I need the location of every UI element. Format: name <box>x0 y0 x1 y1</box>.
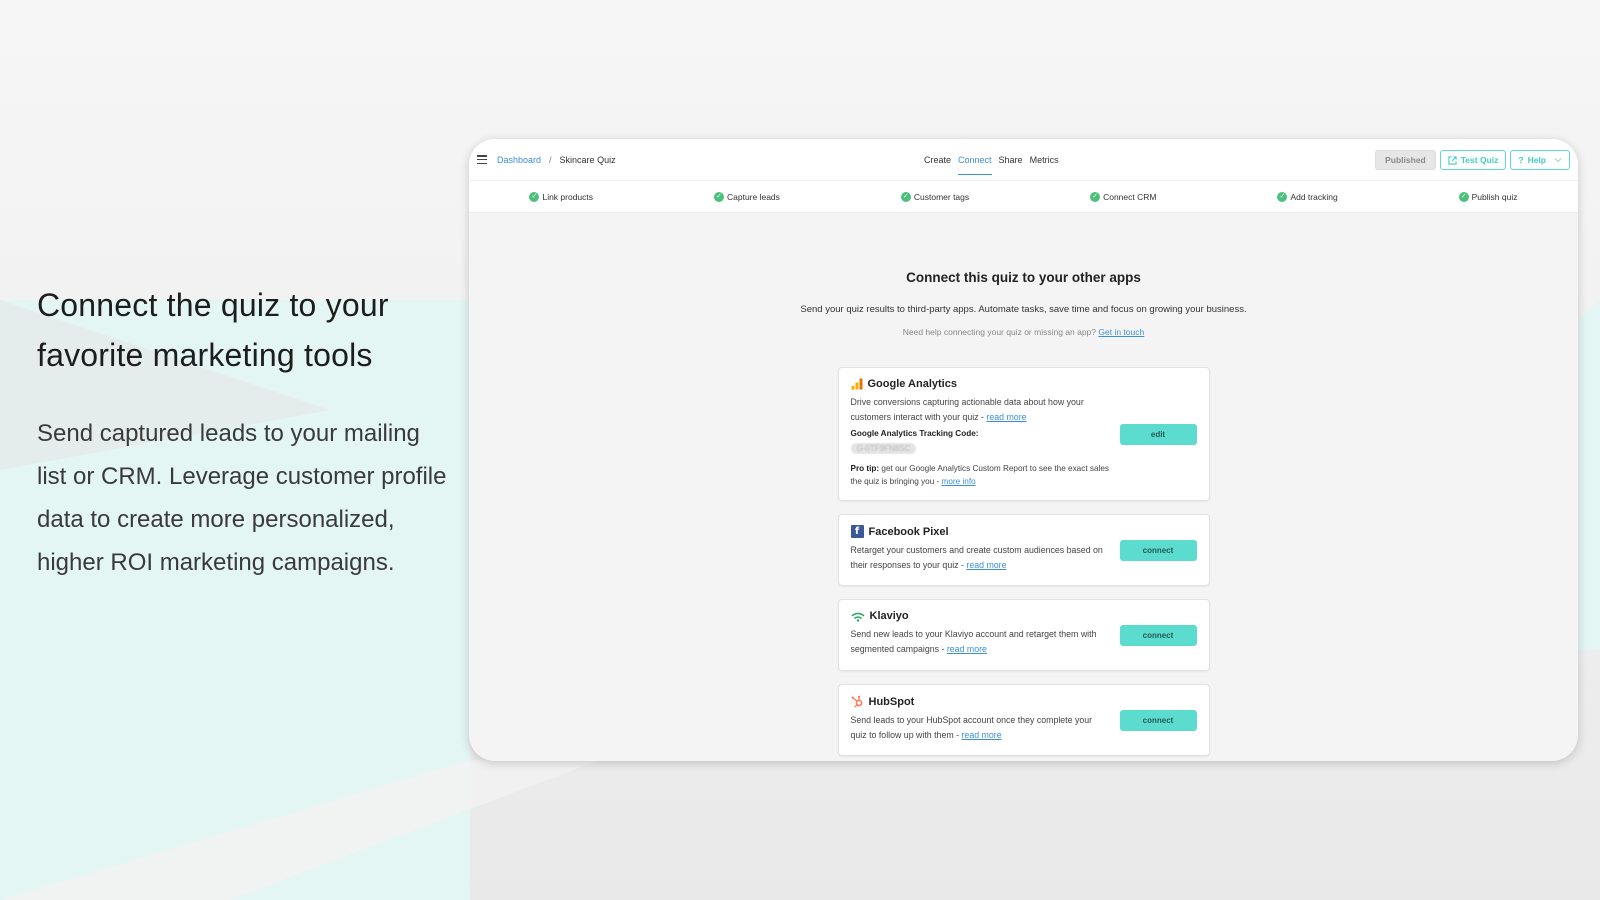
integration-description: Send new leads to your Klaviyo account a… <box>851 627 1111 656</box>
connect-content: Connect this quiz to your other apps Sen… <box>469 213 1578 756</box>
read-more-link[interactable]: read more <box>986 412 1026 422</box>
description-text: Drive conversions capturing actionable d… <box>850 397 1084 422</box>
get-in-touch-link[interactable]: Get in touch <box>1098 327 1144 337</box>
card-header: f Facebook Pixel <box>850 525 1197 538</box>
step-capture-leads[interactable]: ✓ Capture leads <box>713 191 780 202</box>
google-analytics-icon <box>851 378 862 390</box>
check-icon: ✓ <box>713 191 724 202</box>
integration-facebook-pixel: f Facebook Pixel Retarget your customers… <box>837 514 1210 586</box>
menu-icon[interactable] <box>477 155 487 164</box>
test-quiz-label: Test Quiz <box>1460 155 1499 165</box>
tab-connect[interactable]: Connect <box>958 139 992 181</box>
app-window: Dashboard / Skincare Quiz Create Connect… <box>469 139 1578 761</box>
step-add-tracking[interactable]: ✓ Add tracking <box>1277 191 1338 202</box>
step-label: Capture leads <box>726 191 780 202</box>
pro-tip-text: get our Google Analytics Custom Report t… <box>850 464 1109 486</box>
tracking-code-value: G-0TF9FN8SC <box>850 443 917 454</box>
tab-metrics[interactable]: Metrics <box>1030 139 1059 181</box>
read-more-link[interactable]: read more <box>962 730 1002 740</box>
hero-title: Connect the quiz to your favorite market… <box>37 287 389 373</box>
hubspot-icon <box>851 695 862 708</box>
integration-name: Google Analytics <box>867 378 957 390</box>
pro-tip: Pro tip: get our Google Analytics Custom… <box>851 462 1111 488</box>
step-label: Add tracking <box>1290 191 1338 202</box>
page-subtitle: Send your quiz results to third-party ap… <box>800 304 1247 315</box>
step-label: Connect CRM <box>1103 191 1157 202</box>
external-link-icon <box>1448 155 1457 165</box>
integration-name: Facebook Pixel <box>868 525 949 538</box>
card-header: Google Analytics <box>851 378 1197 390</box>
step-connect-crm[interactable]: ✓ Connect CRM <box>1090 191 1157 202</box>
connect-hubspot-button[interactable]: connect <box>1119 710 1197 731</box>
card-header: HubSpot <box>851 695 1197 708</box>
chevron-down-icon <box>1554 158 1562 163</box>
step-label: Publish quiz <box>1471 191 1518 202</box>
integration-name: Klaviyo <box>869 610 909 622</box>
integration-description: Retarget your customers and create custo… <box>851 543 1111 572</box>
help-text-label: Need help connecting your quiz or missin… <box>902 327 1097 337</box>
step-label: Customer tags <box>913 191 970 202</box>
tab-share[interactable]: Share <box>999 139 1023 181</box>
tab-create[interactable]: Create <box>924 139 951 181</box>
card-header: Klaviyo <box>850 610 1197 622</box>
breadcrumb-separator: / <box>549 154 552 165</box>
more-info-link[interactable]: more info <box>942 477 976 486</box>
step-publish-quiz[interactable]: ✓ Publish quiz <box>1458 191 1518 202</box>
pro-tip-label: Pro tip: <box>850 464 880 473</box>
published-label: Published <box>1385 155 1426 165</box>
integration-description: Drive conversions capturing actionable d… <box>851 395 1111 424</box>
check-icon: ✓ <box>529 191 540 202</box>
step-customer-tags[interactable]: ✓ Customer tags <box>900 191 970 202</box>
step-link-products[interactable]: ✓ Link products <box>529 191 594 202</box>
connect-klaviyo-button[interactable]: connect <box>1119 625 1197 646</box>
published-button[interactable]: Published <box>1375 150 1436 170</box>
connect-facebook-button[interactable]: connect <box>1119 540 1197 561</box>
setup-steps: ✓ Link products ✓ Capture leads ✓ Custom… <box>469 181 1578 213</box>
nav-tabs: Create Connect Share Metrics <box>924 139 1059 181</box>
test-quiz-button[interactable]: Test Quiz <box>1439 150 1507 170</box>
help-label: Help <box>1527 155 1546 165</box>
integration-description: Send leads to your HubSpot account once … <box>851 713 1111 742</box>
step-label: Link products <box>542 191 594 202</box>
klaviyo-icon <box>850 612 865 622</box>
edit-button[interactable]: edit <box>1119 424 1197 445</box>
read-more-link[interactable]: read more <box>947 644 987 654</box>
help-text: Need help connecting your quiz or missin… <box>469 327 1578 337</box>
check-icon: ✓ <box>1090 191 1101 202</box>
integration-name: HubSpot <box>868 695 915 708</box>
check-icon: ✓ <box>1277 191 1288 202</box>
read-more-link[interactable]: read more <box>966 560 1006 570</box>
check-icon: ✓ <box>900 191 911 202</box>
top-bar: Dashboard / Skincare Quiz Create Connect… <box>469 139 1578 181</box>
integration-google-analytics: Google Analytics Drive conversions captu… <box>837 367 1210 501</box>
help-button[interactable]: ? Help <box>1510 150 1570 170</box>
integration-hubspot: HubSpot Send leads to your HubSpot accou… <box>837 684 1210 756</box>
breadcrumb-dashboard[interactable]: Dashboard <box>497 155 541 165</box>
integration-klaviyo: Klaviyo Send new leads to your Klaviyo a… <box>837 599 1210 671</box>
top-actions: Published Test Quiz ? Help <box>1375 150 1570 170</box>
integration-list: Google Analytics Drive conversions captu… <box>837 367 1210 756</box>
page-title: Connect this quiz to your other apps <box>906 270 1141 285</box>
facebook-icon: f <box>850 525 864 538</box>
check-icon: ✓ <box>1458 191 1469 202</box>
hero-subtitle: Send captured leads to your mailing list… <box>37 420 447 576</box>
hero-section: Connect the quiz to your favorite market… <box>37 280 447 584</box>
question-icon: ? <box>1518 155 1524 165</box>
breadcrumb-current: Skincare Quiz <box>559 154 616 165</box>
